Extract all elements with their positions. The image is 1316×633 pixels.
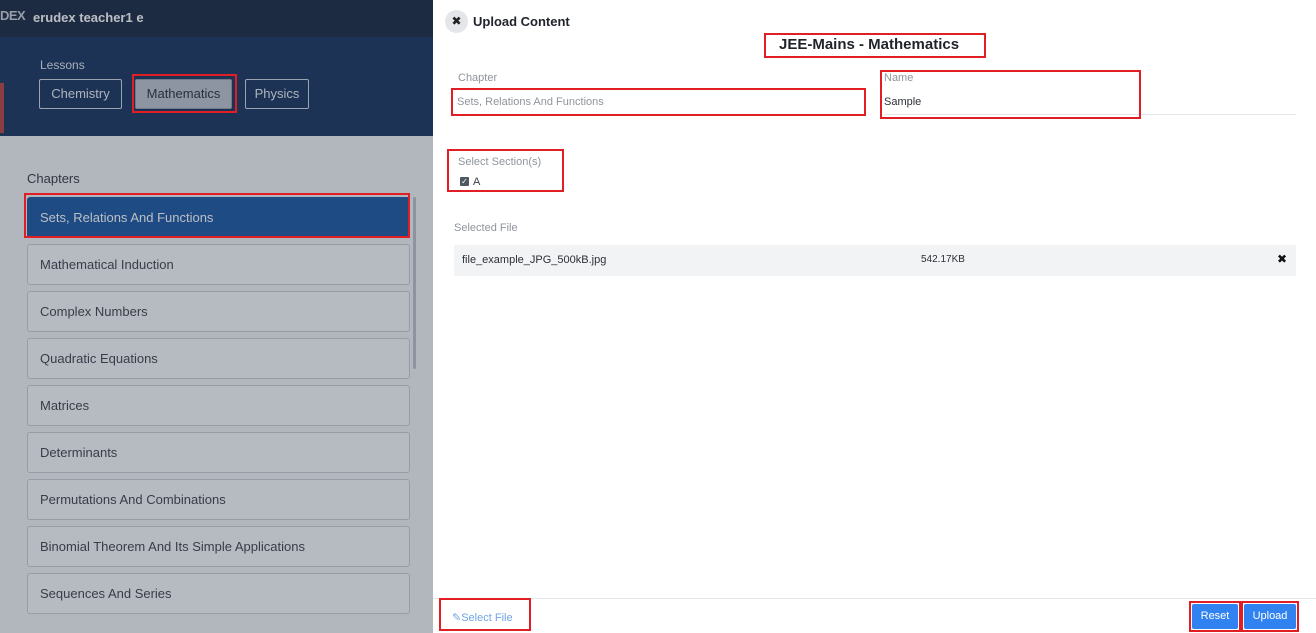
name-field[interactable]: Sample bbox=[884, 96, 921, 108]
chapter-list: Sets, Relations And Functions Mathematic… bbox=[27, 197, 410, 620]
section-a-label[interactable]: A bbox=[473, 176, 480, 188]
chapter-item-quadratic-equations[interactable]: Quadratic Equations bbox=[27, 338, 410, 379]
section-a-checkbox[interactable]: ✓ bbox=[460, 177, 469, 186]
panel-footer: ✎Select File Reset Upload bbox=[433, 598, 1316, 633]
reset-button[interactable]: Reset bbox=[1192, 604, 1238, 629]
chapter-item-determinants[interactable]: Determinants bbox=[27, 432, 410, 473]
chapter-label: Chapter bbox=[458, 72, 498, 84]
subject-tab-mathematics[interactable]: Mathematics bbox=[135, 79, 232, 109]
sections-label: Select Section(s) bbox=[458, 156, 542, 168]
chapter-item-sets-relations-functions[interactable]: Sets, Relations And Functions bbox=[27, 197, 410, 238]
upload-button[interactable]: Upload bbox=[1244, 604, 1296, 629]
chapter-item-binomial-theorem[interactable]: Binomial Theorem And Its Simple Applicat… bbox=[27, 526, 410, 567]
chapter-item-complex-numbers[interactable]: Complex Numbers bbox=[27, 291, 410, 332]
chapter-field[interactable]: Sets, Relations And Functions bbox=[457, 96, 604, 108]
subject-tab-chemistry[interactable]: Chemistry bbox=[39, 79, 122, 109]
close-panel-button[interactable]: ✖ bbox=[445, 10, 468, 33]
selected-file-label: Selected File bbox=[454, 222, 518, 234]
upload-content-panel: ✖ Upload Content JEE-Mains - Mathematics… bbox=[433, 0, 1316, 633]
remove-file-icon[interactable]: ✖ bbox=[1277, 252, 1287, 266]
chapter-item-mathematical-induction[interactable]: Mathematical Induction bbox=[27, 244, 410, 285]
file-name: file_example_JPG_500kB.jpg bbox=[462, 254, 607, 266]
chapters-label: Chapters bbox=[27, 171, 80, 186]
panel-title: Upload Content bbox=[473, 14, 570, 29]
erudex-logo: DEX bbox=[0, 8, 26, 23]
accent-edge bbox=[0, 83, 4, 133]
subject-tab-physics[interactable]: Physics bbox=[245, 79, 309, 109]
course-title: JEE-Mains - Mathematics bbox=[779, 36, 960, 53]
close-icon: ✖ bbox=[451, 14, 462, 28]
chapter-list-scrollbar[interactable] bbox=[413, 197, 416, 369]
lessons-label: Lessons bbox=[40, 58, 85, 72]
file-size: 542.17KB bbox=[921, 254, 965, 265]
chapter-item-permutations-combinations[interactable]: Permutations And Combinations bbox=[27, 479, 410, 520]
select-file-label: Select File bbox=[461, 612, 513, 624]
chapter-item-matrices[interactable]: Matrices bbox=[27, 385, 410, 426]
top-bar: DEX erudex teacher1 e bbox=[0, 0, 433, 37]
paperclip-icon: ✎ bbox=[452, 612, 462, 624]
name-label: Name bbox=[884, 72, 914, 84]
user-name[interactable]: erudex teacher1 e bbox=[33, 10, 144, 25]
name-field-underline bbox=[884, 114, 1296, 115]
selected-file-row: file_example_JPG_500kB.jpg 542.17KB ✖ bbox=[454, 245, 1296, 276]
background-app: DEX erudex teacher1 e Lessons Chemistry … bbox=[0, 0, 433, 633]
select-file-button[interactable]: ✎Select File bbox=[452, 611, 513, 624]
chapter-item-sequences-series[interactable]: Sequences And Series bbox=[27, 573, 410, 614]
